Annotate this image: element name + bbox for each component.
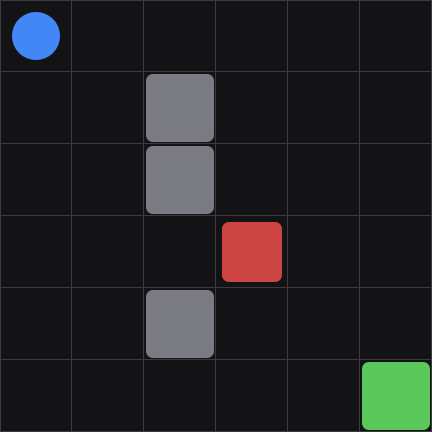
grid-cell[interactable] [360,72,432,144]
grid-cell[interactable] [72,288,144,360]
grid-cell[interactable] [72,360,144,432]
grid-cell[interactable] [216,360,288,432]
grid-cell[interactable] [72,72,144,144]
grid-cell[interactable] [216,288,288,360]
grid-cell[interactable] [360,144,432,216]
game-board[interactable] [0,0,432,432]
grid-cell[interactable] [72,144,144,216]
grid-cell[interactable] [288,360,360,432]
grid-cell[interactable] [288,288,360,360]
grid-cell[interactable] [72,0,144,72]
grid-cell[interactable] [144,0,216,72]
enemy-block [222,222,282,282]
grid-cell[interactable] [360,0,432,72]
grid-cell[interactable] [288,216,360,288]
grid-cell[interactable] [72,216,144,288]
grid-cell[interactable] [0,216,72,288]
grid-cell[interactable] [288,0,360,72]
grid-cell[interactable] [0,144,72,216]
grid-cell[interactable] [216,72,288,144]
wall-block [146,146,214,214]
grid-cell[interactable] [288,72,360,144]
grid-cell[interactable] [360,288,432,360]
player-token[interactable] [12,12,60,60]
goal-tile [362,362,430,430]
wall-block [146,74,214,142]
grid-cell[interactable] [144,360,216,432]
grid-cell[interactable] [0,360,72,432]
grid-cell[interactable] [288,144,360,216]
grid-cell[interactable] [0,72,72,144]
grid-cell[interactable] [144,216,216,288]
grid-cell[interactable] [216,0,288,72]
grid-cell[interactable] [216,144,288,216]
grid-cell[interactable] [0,288,72,360]
wall-block [146,290,214,358]
grid-cell[interactable] [360,216,432,288]
